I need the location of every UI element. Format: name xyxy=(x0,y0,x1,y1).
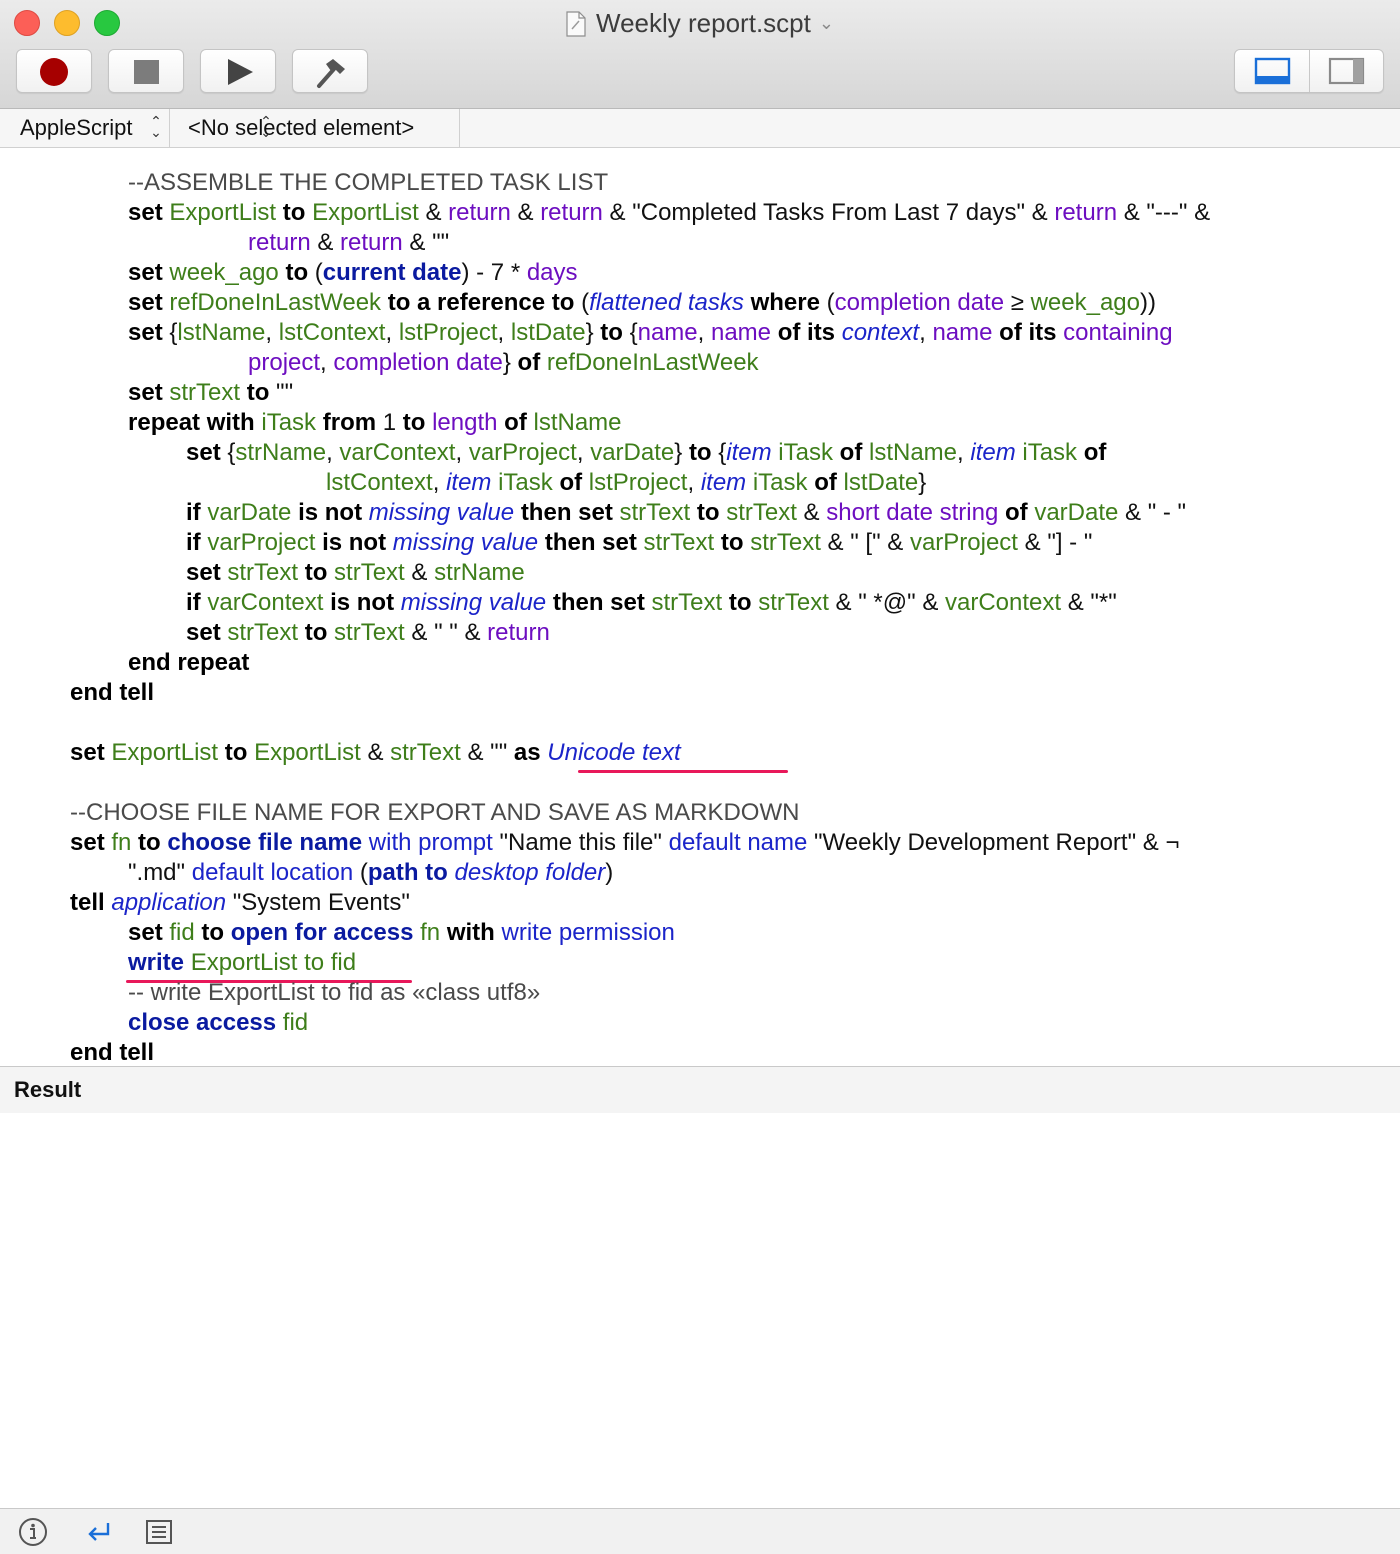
code-line: set {strName, varContext, varProject, va… xyxy=(186,439,1107,466)
code-line: close access fid xyxy=(128,1009,309,1036)
code-line: -- write ExportList to fid as «class utf… xyxy=(128,979,541,1006)
show-result-pane-icon[interactable] xyxy=(1235,50,1310,92)
element-popup[interactable]: <No selected element> ⌃ ⌄ xyxy=(170,109,460,147)
result-pane[interactable] xyxy=(0,1113,1400,1507)
code-line: --CHOOSE FILE NAME FOR EXPORT AND SAVE A… xyxy=(70,799,800,826)
code-line: set {lstName, lstContext, lstProject, ls… xyxy=(128,319,1173,346)
result-pane-header: Result xyxy=(0,1066,1400,1114)
hammer-icon xyxy=(317,59,345,88)
code-line: if varDate is not missing value then set… xyxy=(186,499,1187,526)
window-title[interactable]: Weekly report.scpt ⌄ xyxy=(0,6,1400,40)
code-line: set strText to "" xyxy=(128,379,294,406)
chevron-down-icon[interactable]: ⌄ xyxy=(819,6,834,40)
code-line: end tell xyxy=(70,679,155,706)
record-icon xyxy=(40,58,68,86)
language-popup[interactable]: AppleScript ⌃ ⌄ xyxy=(0,109,170,147)
title-bar: Weekly report.scpt ⌄ xyxy=(0,0,1400,109)
code-line: set ExportList to ExportList & return & … xyxy=(128,199,1211,226)
show-sidebar-icon[interactable] xyxy=(1310,50,1385,92)
compile-button[interactable] xyxy=(292,49,368,93)
code-line: return & return & "" xyxy=(248,229,450,256)
run-button[interactable] xyxy=(200,49,276,93)
script-editor[interactable]: --ASSEMBLE THE COMPLETED TASK LIST set E… xyxy=(0,148,1400,1066)
play-icon xyxy=(228,59,253,85)
code-line: set fid to open for access fn with write… xyxy=(128,919,675,946)
code-line: ".md" default location (path to desktop … xyxy=(128,859,614,886)
code-line: project, completion date} of refDoneInLa… xyxy=(248,349,759,376)
code-line: set refDoneInLastWeek to a reference to … xyxy=(128,289,1156,316)
script-editor-window: Weekly report.scpt ⌄ AppleScript ⌃ ⌄ <No… xyxy=(0,0,1400,1554)
code-line: if varProject is not missing value then … xyxy=(186,529,1093,556)
view-toggle xyxy=(1234,49,1384,93)
element-label: <No selected element> xyxy=(188,115,415,140)
code-text[interactable]: --ASSEMBLE THE COMPLETED TASK LIST set E… xyxy=(0,168,1400,1066)
code-line: write ExportList to fid xyxy=(0,948,1400,983)
navigation-bar: AppleScript ⌃ ⌄ <No selected element> ⌃ ⌄ xyxy=(0,109,1400,148)
code-line: set week_ago to (current date) - 7 * day… xyxy=(128,259,578,286)
code-line: end tell xyxy=(70,1039,155,1066)
result-label: Result xyxy=(14,1077,82,1102)
code-line: set fn to choose file name with prompt "… xyxy=(70,829,1180,856)
return-arrow-icon[interactable] xyxy=(84,1517,114,1547)
stop-button[interactable] xyxy=(108,49,184,93)
log-list-icon[interactable] xyxy=(144,1517,174,1547)
language-label: AppleScript xyxy=(20,115,133,140)
code-line: if varContext is not missing value then … xyxy=(186,589,1117,616)
updown-arrows-icon: ⌃ ⌄ xyxy=(150,113,162,140)
updown-arrows-icon: ⌃ ⌄ xyxy=(260,113,272,140)
bottom-bar xyxy=(0,1508,1400,1554)
script-document-icon xyxy=(566,11,586,37)
code-line: tell application "System Events" xyxy=(70,889,410,916)
code-line: set ExportList to ExportList & strText &… xyxy=(0,738,1400,773)
code-line: end repeat xyxy=(128,649,250,676)
code-line: --ASSEMBLE THE COMPLETED TASK LIST xyxy=(128,169,609,196)
info-icon[interactable] xyxy=(18,1517,48,1547)
stop-icon xyxy=(134,60,159,84)
code-line: set strText to strText & " " & return xyxy=(186,619,550,646)
code-line: repeat with iTask from 1 to length of ls… xyxy=(128,409,622,436)
code-line: set strText to strText & strName xyxy=(186,559,525,586)
record-button[interactable] xyxy=(16,49,92,93)
window-title-text: Weekly report.scpt xyxy=(596,8,811,38)
code-line: lstContext, item iTask of lstProject, it… xyxy=(326,469,927,496)
